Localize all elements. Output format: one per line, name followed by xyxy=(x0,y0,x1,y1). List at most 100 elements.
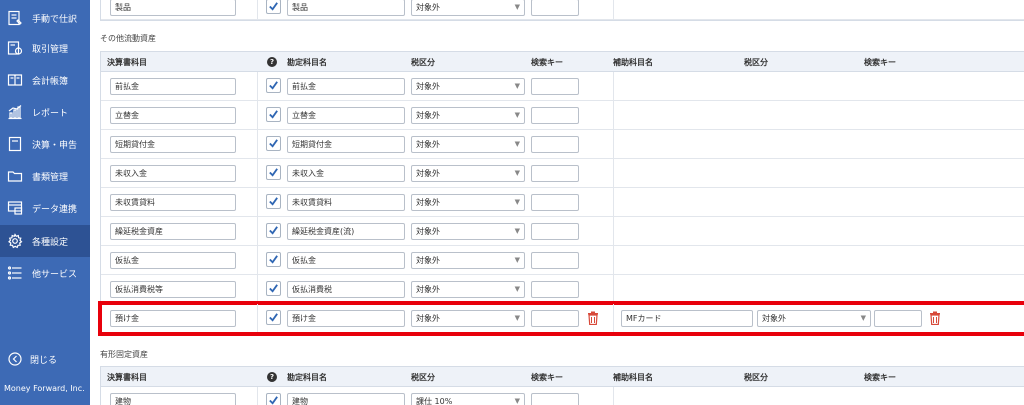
table-row: 課仕 10%▼ xyxy=(101,387,1024,405)
sidebar-item-manual-journal[interactable]: 手動で仕訳 xyxy=(0,2,90,34)
header-sub-account-name: 補助科目名 xyxy=(613,58,653,67)
search-key-input[interactable] xyxy=(531,194,579,211)
sidebar-item-settings[interactable]: 各種設定 xyxy=(0,225,90,257)
statement-account-input[interactable] xyxy=(110,393,236,405)
sidebar-item-data-link[interactable]: データ連携 xyxy=(0,192,90,224)
statement-account-input[interactable] xyxy=(110,136,236,153)
account-name-input[interactable] xyxy=(287,194,405,211)
enable-checkbox[interactable] xyxy=(266,194,281,209)
account-name-input[interactable] xyxy=(287,281,405,298)
sidebar-item-label: レポート xyxy=(32,108,69,119)
tax-category-select[interactable]: 対象外 ▼ xyxy=(411,165,525,182)
main-content: 対象外▼ その他流動資産 決算書科目 ? 勘定科目名 税区分 検索キー 補助科目… xyxy=(90,0,1024,405)
tax-category-select[interactable]: 対象外 ▼ xyxy=(411,0,525,16)
tax-category-select[interactable]: 対象外 ▼ xyxy=(411,252,525,269)
statement-account-input[interactable] xyxy=(110,252,236,269)
ledger-icon xyxy=(6,72,24,88)
account-name-input[interactable] xyxy=(287,107,405,124)
statement-account-input[interactable] xyxy=(110,78,236,95)
search-key-input[interactable] xyxy=(531,281,579,298)
table-header: 決算書科目 ? 勘定科目名 税区分 検索キー 補助科目名 税区分 検索キー xyxy=(101,51,1024,72)
dropdown-arrow-icon: ▼ xyxy=(514,169,520,177)
dropdown-arrow-icon: ▼ xyxy=(514,314,520,322)
statement-account-input[interactable] xyxy=(110,165,236,182)
sidebar-item-ledgers[interactable]: 会計帳簿 xyxy=(0,64,90,96)
enable-checkbox[interactable] xyxy=(266,223,281,238)
enable-checkbox[interactable] xyxy=(266,252,281,267)
search-key-input[interactable] xyxy=(531,165,579,182)
tax-category-select[interactable]: 対象外 ▼ xyxy=(411,78,525,95)
enable-checkbox[interactable] xyxy=(266,136,281,151)
check-icon xyxy=(269,197,278,206)
sub-account-name-input[interactable] xyxy=(621,310,753,327)
header-tax-category: 税区分 xyxy=(411,373,435,382)
enable-checkbox[interactable] xyxy=(266,393,281,405)
sub-search-key-input[interactable] xyxy=(874,310,922,327)
sidebar-close-button[interactable]: 閉じる xyxy=(0,348,90,370)
table-row: 対象外▼ xyxy=(101,159,1024,188)
tax-category-select[interactable]: 対象外 ▼ xyxy=(411,223,525,240)
search-key-input[interactable] xyxy=(531,107,579,124)
check-icon xyxy=(269,168,278,177)
table-header: 決算書科目 ? 勘定科目名 税区分 検索キー 補助科目名 税区分 検索キー xyxy=(101,366,1024,387)
statement-account-input[interactable] xyxy=(110,223,236,240)
search-key-input[interactable] xyxy=(531,78,579,95)
sidebar-item-transactions[interactable]: 取引管理 xyxy=(0,32,90,64)
tax-category-select[interactable]: 対象外 ▼ xyxy=(411,194,525,211)
trash-icon[interactable] xyxy=(587,311,599,325)
enable-checkbox[interactable] xyxy=(266,0,281,14)
account-name-input[interactable] xyxy=(287,78,405,95)
sidebar-item-label: 他サービス xyxy=(32,269,78,280)
search-key-input[interactable] xyxy=(531,136,579,153)
search-key-input[interactable] xyxy=(531,310,579,327)
dropdown-arrow-icon: ▼ xyxy=(514,198,520,206)
statement-account-input[interactable] xyxy=(110,281,236,298)
enable-checkbox[interactable] xyxy=(266,310,281,325)
statement-account-input[interactable] xyxy=(110,0,236,16)
search-key-input[interactable] xyxy=(531,223,579,240)
dropdown-arrow-icon: ▼ xyxy=(514,3,520,11)
statement-account-input[interactable] xyxy=(110,310,236,327)
statement-account-input[interactable] xyxy=(110,194,236,211)
other-current-assets-table: 決算書科目 ? 勘定科目名 税区分 検索キー 補助科目名 税区分 検索キー 対象… xyxy=(98,51,1024,336)
account-name-input[interactable] xyxy=(287,223,405,240)
enable-checkbox[interactable] xyxy=(266,165,281,180)
header-account-name: 勘定科目名 xyxy=(287,58,327,67)
help-icon[interactable]: ? xyxy=(267,372,277,382)
tax-category-select[interactable]: 対象外 ▼ xyxy=(411,281,525,298)
account-name-input[interactable] xyxy=(287,136,405,153)
header-account-name: 勘定科目名 xyxy=(287,373,327,382)
table-row: 対象外▼ xyxy=(101,188,1024,217)
tax-category-select[interactable]: 課仕 10% ▼ xyxy=(411,393,525,405)
account-name-input[interactable] xyxy=(287,0,405,16)
enable-checkbox[interactable] xyxy=(266,281,281,296)
sidebar-item-other-services[interactable]: 他サービス xyxy=(0,257,90,289)
tax-category-select[interactable]: 対象外 ▼ xyxy=(411,310,525,327)
search-key-input[interactable] xyxy=(531,393,579,405)
trash-icon[interactable] xyxy=(929,311,941,325)
sidebar-item-settlement[interactable]: 決算・申告 xyxy=(0,128,90,160)
table-row: 対象外▼ xyxy=(101,130,1024,159)
check-icon xyxy=(269,284,278,293)
search-key-input[interactable] xyxy=(531,252,579,269)
sidebar-item-reports[interactable]: レポート xyxy=(0,96,90,128)
help-icon[interactable]: ? xyxy=(267,57,277,67)
sub-tax-category-select[interactable]: 対象外 ▼ xyxy=(757,310,871,327)
tax-category-select[interactable]: 対象外 ▼ xyxy=(411,107,525,124)
account-name-input[interactable] xyxy=(287,310,405,327)
tax-category-select[interactable]: 対象外 ▼ xyxy=(411,136,525,153)
enable-checkbox[interactable] xyxy=(266,107,281,122)
sidebar-item-label: 会計帳簿 xyxy=(32,76,69,87)
account-name-input[interactable] xyxy=(287,165,405,182)
check-icon xyxy=(269,110,278,119)
dropdown-arrow-icon: ▼ xyxy=(514,397,520,405)
sidebar-close-label: 閉じる xyxy=(30,355,58,366)
account-name-input[interactable] xyxy=(287,252,405,269)
product-table-partial: 対象外▼ xyxy=(100,0,1024,21)
search-key-input[interactable] xyxy=(531,0,579,16)
sidebar-item-documents[interactable]: 書類管理 xyxy=(0,160,90,192)
enable-checkbox[interactable] xyxy=(266,78,281,93)
account-name-input[interactable] xyxy=(287,393,405,405)
gear-icon xyxy=(6,233,24,249)
statement-account-input[interactable] xyxy=(110,107,236,124)
